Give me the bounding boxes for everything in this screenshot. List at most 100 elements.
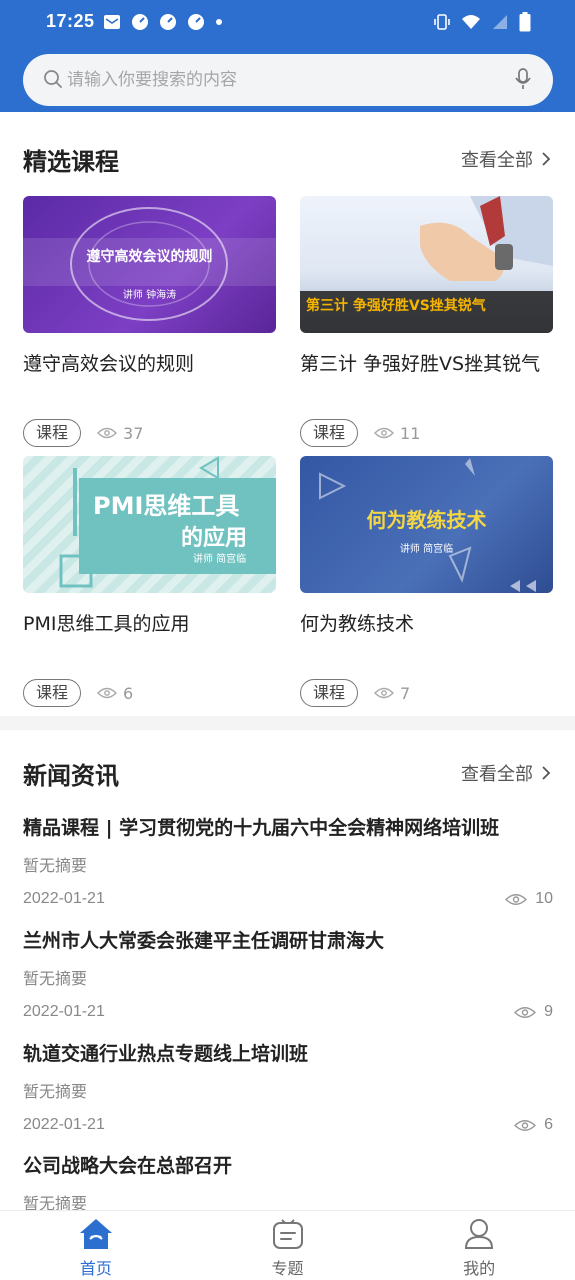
eye-icon — [97, 427, 118, 439]
eye-icon — [374, 427, 395, 439]
more-notifications-dot-icon — [216, 19, 222, 25]
eye-icon — [374, 687, 395, 699]
status-bar: 17:25 — [0, 0, 575, 46]
view-count: 6 — [514, 1116, 553, 1134]
course-thumbnail[interactable]: 遵守高效会议的规则 讲师 钟海涛 — [23, 196, 276, 333]
app-notification-icon — [132, 14, 148, 30]
see-all-label: 查看全部 — [461, 764, 533, 785]
battery-icon — [519, 12, 531, 32]
news-title[interactable]: 公司战略大会在总部召开 — [23, 1151, 553, 1178]
course-tag: 课程 — [23, 679, 82, 707]
course-title[interactable]: PMI思维工具的应用 — [23, 609, 276, 669]
view-count-value: 9 — [544, 1003, 553, 1020]
featured-see-all-link[interactable]: 查看全部 — [461, 146, 551, 172]
course-thumbnail[interactable]: 第三计 争强好胜VS挫其锐气 — [300, 196, 553, 333]
notification-icons — [103, 13, 223, 31]
search-bar[interactable] — [23, 54, 553, 106]
view-count-value: 6 — [123, 683, 134, 703]
news-meta: 2022-01-21 6 — [23, 1116, 553, 1134]
tab-topics[interactable]: 专题 — [192, 1211, 384, 1280]
news-see-all-link[interactable]: 查看全部 — [461, 760, 551, 786]
bottom-tab-bar: 首页 专题 我的 — [0, 1210, 575, 1280]
chevron-right-icon — [542, 152, 551, 166]
view-count: 11 — [374, 424, 420, 443]
news-date: 2022-01-21 — [23, 1003, 105, 1020]
view-count-value: 10 — [535, 890, 553, 907]
chevron-right-icon — [542, 766, 551, 780]
vibrate-icon — [434, 14, 450, 30]
thumbnail-lecturer: 讲师 简宫临 — [193, 554, 247, 565]
news-title[interactable]: 兰州市人大常委会张建平主任调研甘肃海大 — [23, 926, 553, 953]
view-count: 10 — [505, 890, 553, 908]
thumbnail-lecturer: 讲师 钟海涛 — [122, 290, 177, 301]
news-item[interactable]: 精品课程 | 学习贯彻党的十九届六中全会精神网络培训班 暂无摘要 2022-01… — [23, 813, 553, 908]
search-input[interactable] — [67, 64, 507, 96]
search-icon — [44, 70, 62, 88]
app-notification-icon — [160, 14, 176, 30]
section-divider — [0, 716, 575, 730]
status-time: 17:25 — [46, 11, 95, 31]
see-all-label: 查看全部 — [461, 150, 533, 171]
tab-profile[interactable]: 我的 — [383, 1211, 575, 1280]
news-section-title: 新闻资讯 — [23, 762, 119, 790]
signal-icon — [493, 15, 507, 29]
news-meta: 2022-01-21 9 — [23, 1003, 553, 1021]
tab-label: 我的 — [463, 1259, 496, 1278]
tab-label: 专题 — [271, 1259, 304, 1278]
eye-icon — [514, 1006, 537, 1018]
news-date: 2022-01-21 — [23, 1116, 105, 1133]
app-notification-icon — [188, 14, 204, 30]
view-count-value: 37 — [123, 423, 144, 443]
course-tag: 课程 — [300, 679, 359, 707]
course-thumbnail[interactable]: 何为教练技术 讲师 简宫临 — [300, 456, 553, 593]
mail-notification-icon — [104, 15, 120, 29]
view-count-value: 11 — [400, 423, 421, 443]
microphone-icon[interactable] — [515, 68, 531, 90]
course-meta: 课程 6 — [23, 679, 276, 707]
news-title[interactable]: 轨道交通行业热点专题线上培训班 — [23, 1039, 553, 1066]
course-card[interactable]: 遵守高效会议的规则 讲师 钟海涛 遵守高效会议的规则 课程 37 — [23, 196, 276, 447]
featured-section-title: 精选课程 — [23, 148, 119, 176]
view-count: 9 — [514, 1003, 553, 1021]
topic-icon — [272, 1219, 303, 1249]
thumbnail-lecturer: 讲师 简宫临 — [399, 544, 454, 555]
app-header: 17:25 — [0, 0, 575, 112]
course-title[interactable]: 遵守高效会议的规则 — [23, 349, 276, 409]
course-card[interactable]: 第三计 争强好胜VS挫其锐气 第三计 争强好胜VS挫其锐气 课程 11 — [300, 196, 553, 447]
course-tag: 课程 — [300, 419, 359, 447]
course-title[interactable]: 第三计 争强好胜VS挫其锐气 — [300, 349, 553, 409]
thumbnail-title: 遵守高效会议的规则 — [86, 249, 213, 265]
course-card[interactable]: PMI思维工具 的应用 讲师 简宫临 PMI思维工具的应用 课程 6 — [23, 456, 276, 707]
view-count-value: 6 — [544, 1116, 553, 1133]
thumbnail-title-line1: PMI思维工具 — [93, 492, 240, 520]
news-summary: 暂无摘要 — [23, 856, 88, 875]
news-date: 2022-01-21 — [23, 890, 105, 907]
eye-icon — [514, 1119, 537, 1131]
view-count: 37 — [97, 424, 143, 443]
course-thumbnail[interactable]: PMI思维工具 的应用 讲师 简宫临 — [23, 456, 276, 593]
eye-icon — [97, 687, 118, 699]
course-tag: 课程 — [23, 419, 82, 447]
news-summary: 暂无摘要 — [23, 1082, 88, 1101]
course-meta: 课程 37 — [23, 419, 276, 447]
profile-icon — [465, 1219, 494, 1249]
wifi-icon — [462, 15, 480, 29]
news-title[interactable]: 精品课程 | 学习贯彻党的十九届六中全会精神网络培训班 — [23, 813, 553, 840]
news-summary: 暂无摘要 — [23, 969, 88, 988]
course-meta: 课程 11 — [300, 419, 553, 447]
news-meta: 2022-01-21 10 — [23, 890, 553, 908]
system-icons — [433, 12, 531, 32]
home-icon — [79, 1219, 112, 1249]
thumbnail-title: 第三计 争强好胜VS挫其锐气 — [306, 298, 486, 314]
tab-home[interactable]: 首页 — [0, 1211, 192, 1280]
course-title[interactable]: 何为教练技术 — [300, 609, 553, 669]
eye-icon — [505, 893, 528, 905]
view-count: 6 — [97, 684, 133, 703]
news-item[interactable]: 兰州市人大常委会张建平主任调研甘肃海大 暂无摘要 2022-01-21 9 — [23, 926, 553, 1021]
course-meta: 课程 7 — [300, 679, 553, 707]
view-count-value: 7 — [400, 683, 411, 703]
news-item[interactable]: 公司战略大会在总部召开 暂无摘要 — [23, 1151, 553, 1214]
tab-label: 首页 — [79, 1259, 112, 1278]
news-item[interactable]: 轨道交通行业热点专题线上培训班 暂无摘要 2022-01-21 6 — [23, 1039, 553, 1134]
course-card[interactable]: 何为教练技术 讲师 简宫临 何为教练技术 课程 7 — [300, 456, 553, 707]
